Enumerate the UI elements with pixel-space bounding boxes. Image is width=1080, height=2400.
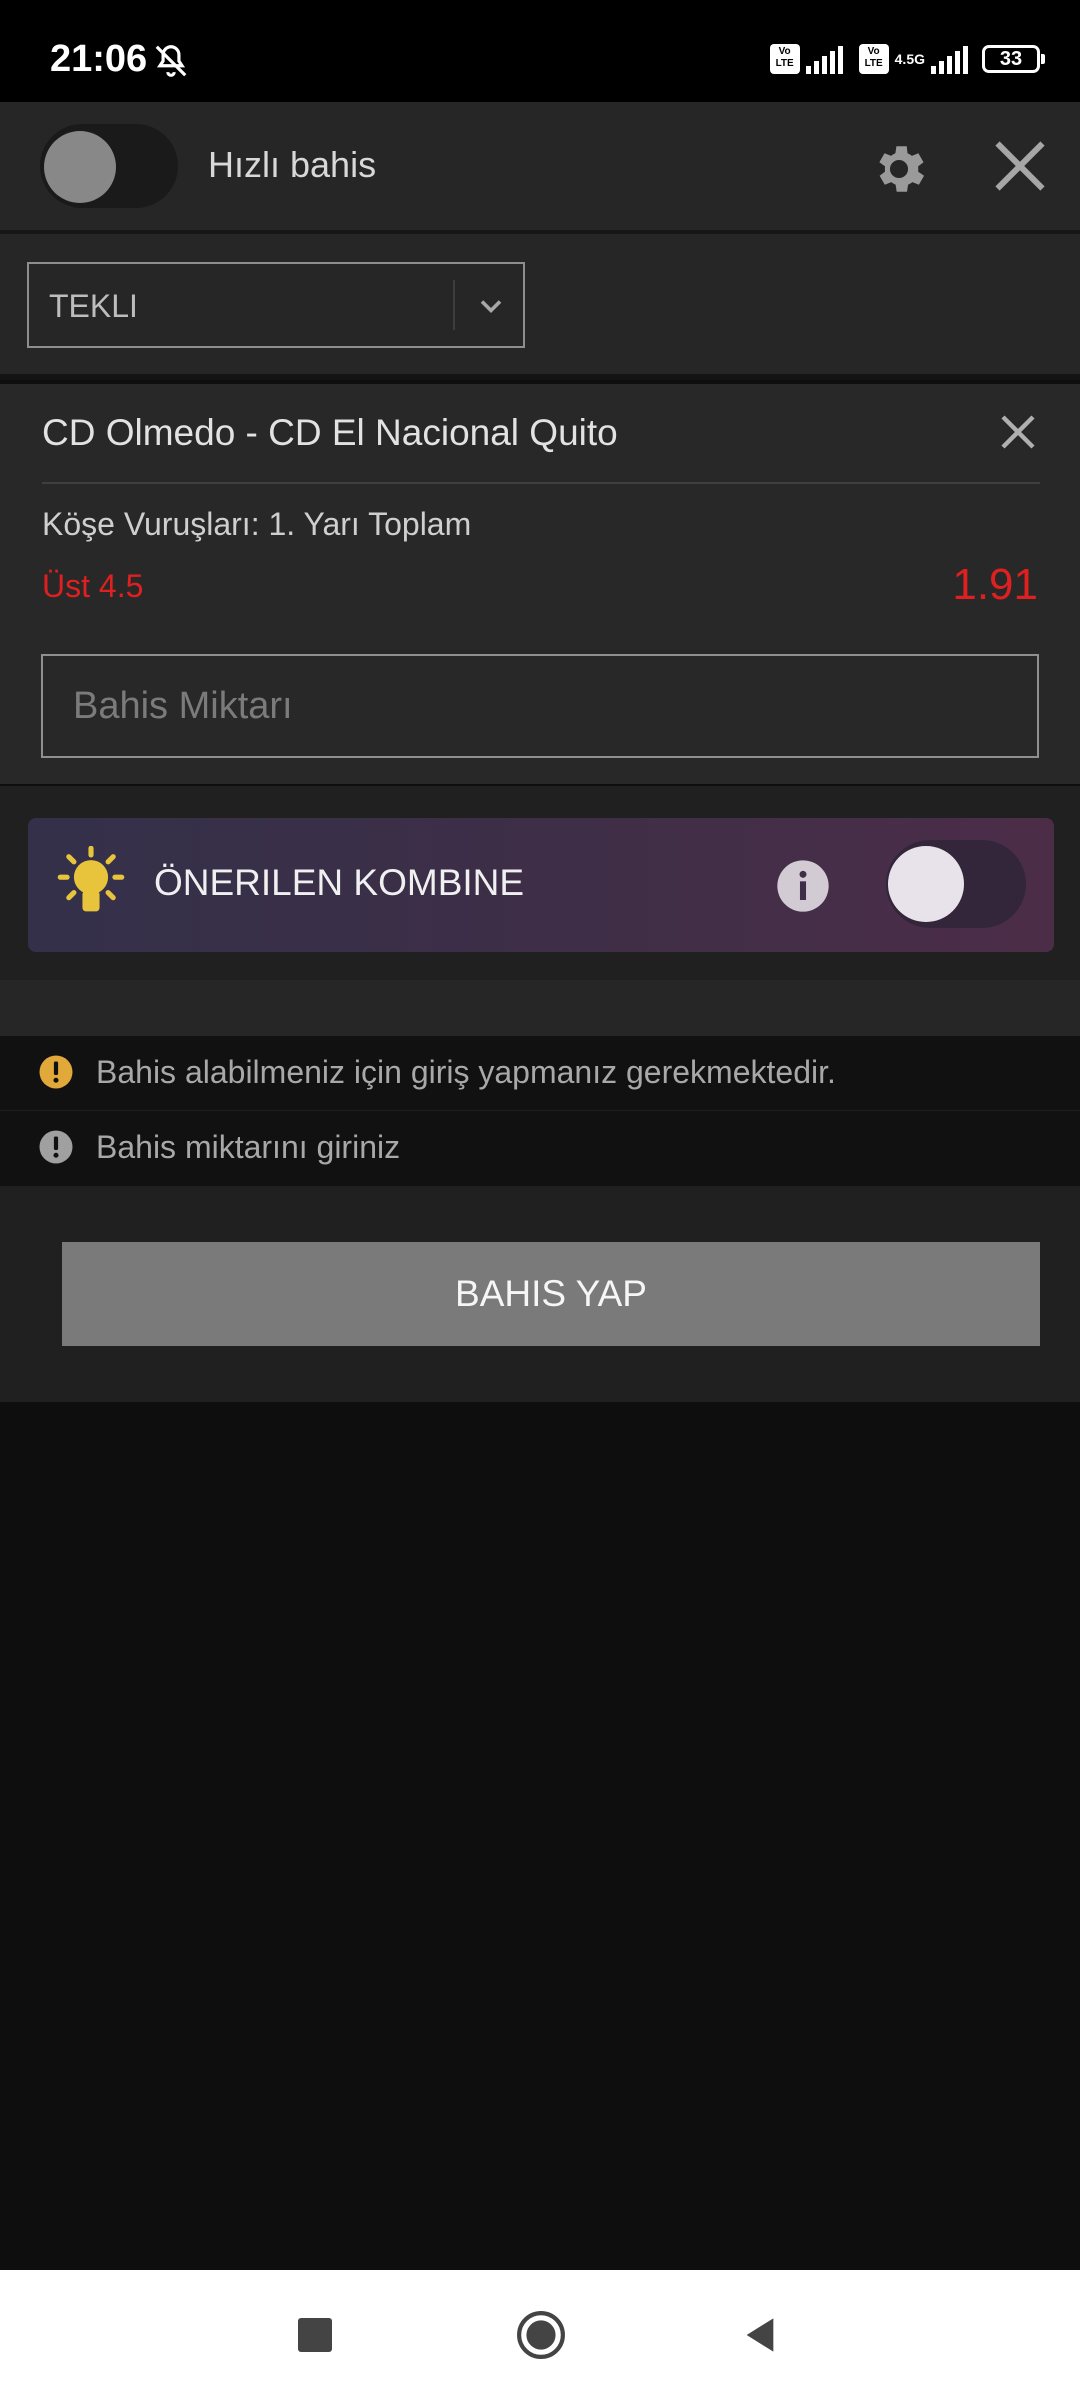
stake-required-message: Bahis miktarını giriniz [0, 1111, 1080, 1185]
odds-value: 1.91 [952, 560, 1038, 609]
system-nav-bar [0, 2270, 1080, 2400]
bet-type-dropdown[interactable]: TEKLI [27, 262, 525, 348]
selection-name: Üst 4.5 [42, 568, 144, 604]
volte-icon: Vo LTE [769, 44, 800, 74]
remove-bet-icon[interactable] [998, 412, 1038, 452]
validation-messages: Bahis alabilmeniz için giriş yapmanız ge… [0, 1036, 1080, 1186]
gear-icon[interactable] [868, 138, 930, 200]
quick-bet-toggle[interactable] [40, 124, 178, 208]
recent-apps-icon[interactable] [298, 2318, 332, 2352]
bet-type-value: TEKLI [49, 288, 138, 324]
quick-bet-label: Hızlı bahis [208, 144, 377, 185]
suggested-combo-banner: ÖNERILEN KOMBINE [28, 818, 1054, 952]
place-bet-area: BAHIS YAP [0, 1186, 1080, 1402]
signal-icon-2 [931, 44, 968, 74]
stake-input[interactable] [41, 654, 1039, 758]
warning-icon [39, 1055, 73, 1089]
status-bar: 21:06 Vo LTE Vo LTE 4.5G 33 [0, 0, 1080, 102]
message-text: Bahis alabilmeniz için giriş yapmanız ge… [96, 1054, 836, 1090]
signal-icon [805, 44, 843, 74]
status-time: 21:06 [50, 38, 148, 80]
market-name: Köşe Vuruşları: 1. Yarı Toplam [42, 506, 472, 542]
divider [42, 482, 1040, 484]
alert-icon [39, 1130, 73, 1164]
bet-card: CD Olmedo - CD El Nacional Quito Köşe Vu… [0, 384, 1080, 784]
notifications-off-icon [155, 45, 187, 77]
back-icon[interactable] [740, 2314, 780, 2356]
home-icon[interactable] [516, 2310, 566, 2360]
status-icons: Vo LTE Vo LTE 4.5G 33 [769, 44, 1045, 74]
message-text: Bahis miktarını giriniz [96, 1129, 401, 1165]
info-icon[interactable] [775, 858, 831, 914]
toggle-knob [888, 846, 964, 922]
suggested-combo-label: ÖNERILEN KOMBINE [154, 862, 525, 903]
lightbulb-icon [57, 846, 125, 912]
promo-section: ÖNERILEN KOMBINE [0, 786, 1080, 980]
chevron-down-icon [480, 300, 502, 314]
volte-icon-2: Vo LTE [858, 44, 889, 74]
dropdown-divider [453, 280, 455, 330]
bet-type-row: TEKLI [0, 234, 1080, 380]
place-bet-button[interactable]: BAHIS YAP [62, 1242, 1040, 1346]
battery-icon: 33 [982, 45, 1045, 73]
betslip-header: Hızlı bahis [0, 102, 1080, 234]
match-title: CD Olmedo - CD El Nacional Quito [42, 412, 618, 453]
network-type: 4.5G [894, 51, 925, 67]
login-required-message: Bahis alabilmeniz için giriş yapmanız ge… [0, 1036, 1080, 1111]
suggested-combo-toggle[interactable] [886, 840, 1026, 928]
close-icon[interactable] [990, 136, 1050, 196]
spacer-band [0, 980, 1080, 1036]
toggle-knob [44, 131, 116, 203]
